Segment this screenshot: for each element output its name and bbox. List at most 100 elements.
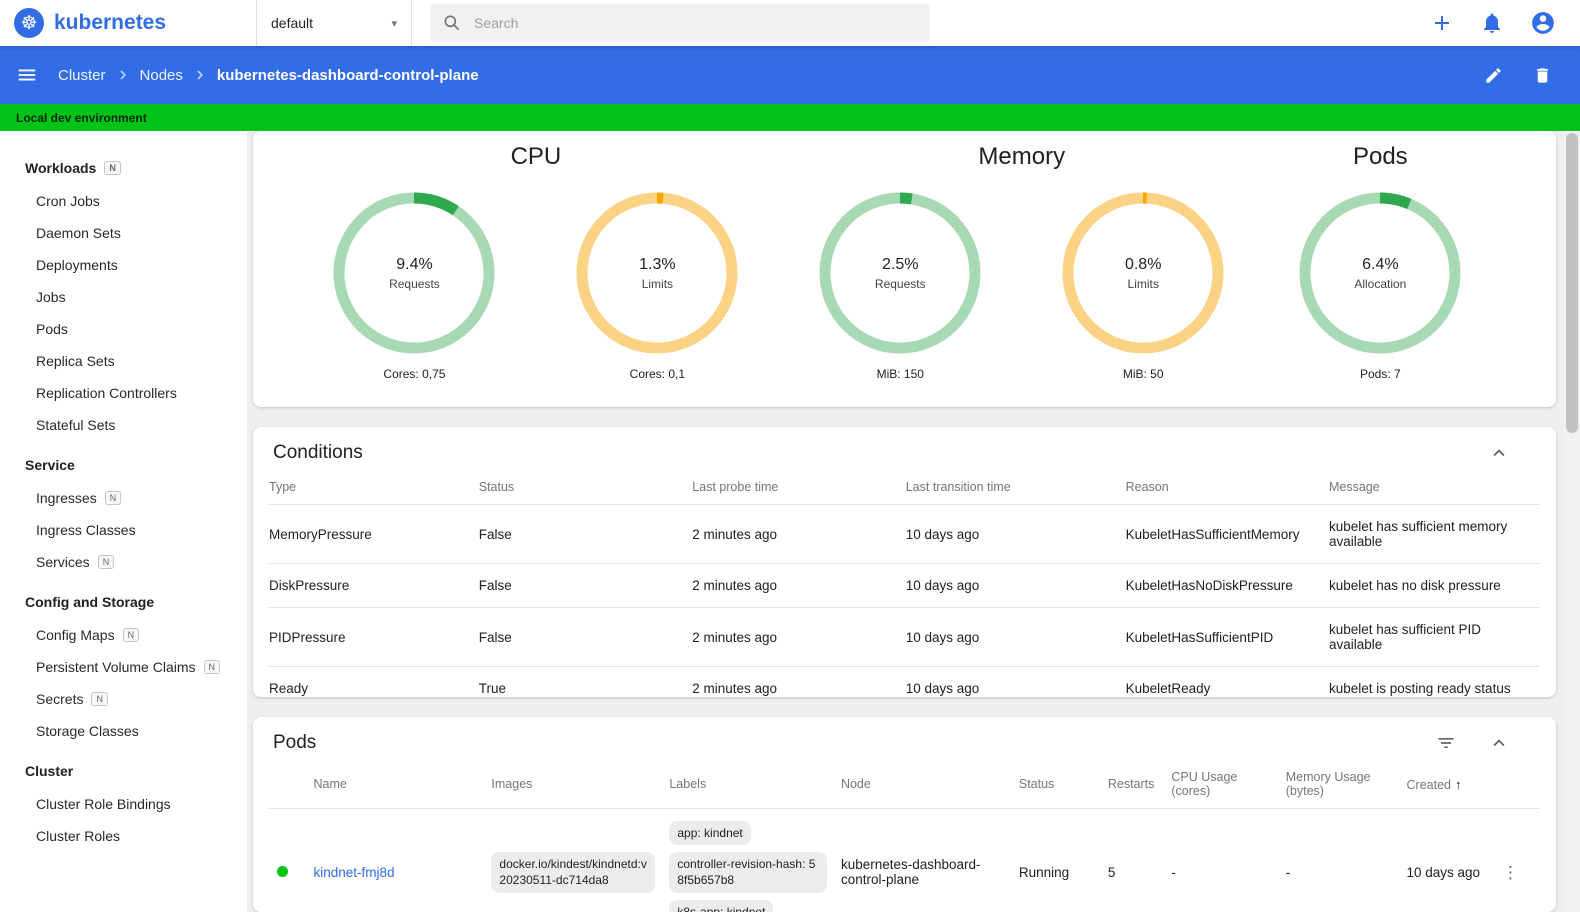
pods-table: Name Images Labels Node Status Restarts … — [269, 760, 1540, 912]
pod-name-link[interactable]: kindnet-fmj8d — [313, 865, 394, 880]
breadcrumb-item-cluster[interactable]: Cluster — [58, 67, 106, 84]
chart-group-title: Memory — [978, 143, 1066, 170]
sidebar-item-label: Stateful Sets — [36, 417, 116, 433]
helm-wheel-glyph: ☸ — [20, 12, 38, 34]
column-header: Reason — [1125, 480, 1169, 494]
delete-button[interactable] — [1533, 66, 1552, 85]
image-chip: docker.io/kindest/kindnetd:v20230511-dc7… — [491, 852, 656, 893]
column-header: Last probe time — [692, 480, 779, 494]
sidebar-item-label: Storage Classes — [36, 723, 139, 739]
sidebar-item-persistent-volume-claims[interactable]: Persistent Volume Claims N — [0, 651, 247, 683]
donut-value: 0.8% — [1124, 255, 1162, 273]
sidebar-group: Workloads N Cron Jobs Daemon Sets Deploy… — [0, 151, 247, 441]
menu-button[interactable] — [16, 64, 38, 86]
column-header-created[interactable]: Created ↑ — [1407, 760, 1502, 809]
account-button[interactable] — [1530, 10, 1556, 36]
pencil-icon — [1486, 67, 1501, 83]
column-header-node[interactable]: Node — [841, 760, 1019, 809]
donut-label: Requests — [389, 276, 440, 291]
sidebar-item-cron-jobs[interactable]: Cron Jobs — [0, 185, 247, 217]
search-input[interactable] — [474, 15, 918, 31]
sidebar-item-secrets[interactable]: Secrets N — [0, 683, 247, 715]
collapse-button[interactable] — [1488, 732, 1510, 754]
sidebar-item-services[interactable]: Services N — [0, 546, 247, 578]
sidebar-group-config-and-storage[interactable]: Config and Storage — [0, 585, 247, 619]
cell-reason: KubeletHasSufficientMemory — [1125, 526, 1300, 542]
cell-last-probe: 2 minutes ago — [692, 681, 778, 696]
scrollbar-thumb[interactable] — [1566, 133, 1578, 433]
donut-caption: Cores: 0,1 — [629, 367, 686, 381]
chevron-right-icon — [114, 66, 132, 84]
sidebar-item-ingress-classes[interactable]: Ingress Classes — [0, 514, 247, 546]
namespace-selector[interactable]: default ▾ — [256, 0, 412, 46]
sidebar-item-deployments[interactable]: Deployments — [0, 249, 247, 281]
bell-icon — [1484, 13, 1500, 33]
conditions-card: Conditions Type Status Last probe time L… — [253, 427, 1556, 697]
new-badge: N — [104, 160, 121, 176]
cell-created: 10 days ago — [1406, 864, 1481, 880]
sidebar-item-replica-sets[interactable]: Replica Sets — [0, 345, 247, 377]
sidebar-item-label: Secrets — [36, 691, 84, 707]
sidebar: Workloads N Cron Jobs Daemon Sets Deploy… — [0, 131, 247, 912]
search-box[interactable] — [430, 4, 930, 42]
namespace-value: default — [271, 15, 314, 31]
cell-reason: KubeletHasSufficientPID — [1125, 629, 1274, 645]
column-header-name[interactable]: Name — [313, 760, 491, 809]
sidebar-item-label: Daemon Sets — [36, 225, 121, 241]
kebab-icon: ⋮ — [1501, 862, 1519, 882]
column-header: Message — [1328, 480, 1380, 494]
sidebar-item-daemon-sets[interactable]: Daemon Sets — [0, 217, 247, 249]
conditions-table: Type Status Last probe time Last transit… — [269, 470, 1540, 697]
breadcrumb-current: kubernetes-dashboard-control-plane — [216, 66, 479, 84]
column-header-memory[interactable]: Memory Usage (bytes) — [1286, 760, 1407, 809]
donut-value: 2.5% — [882, 255, 919, 273]
table-row: kindnet-fmj8d docker.io/kindest/kindnetd… — [269, 809, 1540, 912]
caret-down-icon: ▾ — [391, 17, 397, 30]
label-chip: app: kindnet — [669, 821, 751, 846]
notifications-button[interactable] — [1480, 11, 1504, 35]
sidebar-item-pods[interactable]: Pods — [0, 313, 247, 345]
column-header-images[interactable]: Images — [491, 760, 669, 809]
row-menu-button[interactable]: ⋮ — [1502, 864, 1519, 881]
sidebar-item-label: Deployments — [36, 257, 118, 273]
create-button[interactable] — [1430, 11, 1454, 35]
collapse-button[interactable] — [1488, 442, 1510, 464]
sidebar-item-cluster-role-bindings[interactable]: Cluster Role Bindings — [0, 788, 247, 820]
table-row: Ready True 2 minutes ago 10 days ago Kub… — [269, 667, 1540, 698]
cell-reason: KubeletReady — [1125, 681, 1211, 696]
sidebar-item-stateful-sets[interactable]: Stateful Sets — [0, 409, 247, 441]
column-header: Type — [269, 480, 297, 494]
column-header-status[interactable]: Status — [1019, 760, 1108, 809]
pod-status-ok-dot — [277, 865, 288, 877]
sidebar-group-workloads[interactable]: Workloads N — [0, 151, 247, 185]
table-row: MemoryPressure False 2 minutes ago 10 da… — [269, 505, 1540, 564]
sidebar-item-cluster-roles[interactable]: Cluster Roles — [0, 820, 247, 852]
sidebar-item-jobs[interactable]: Jobs — [0, 281, 247, 313]
cell-last-transition: 10 days ago — [905, 526, 980, 542]
label-chip: k8s-app: kindnet — [669, 899, 774, 912]
filter-button[interactable] — [1436, 733, 1456, 753]
column-header-labels[interactable]: Labels — [669, 760, 841, 809]
sidebar-item-config-maps[interactable]: Config Maps N — [0, 619, 247, 651]
plus-icon — [1435, 16, 1449, 30]
edit-button[interactable] — [1484, 66, 1503, 85]
donut-label: Requests — [874, 276, 926, 291]
cell-restarts: 5 — [1107, 864, 1116, 880]
brand[interactable]: ☸ kubernetes — [0, 0, 256, 46]
cell-status: False — [478, 629, 512, 645]
donut-caption: MiB: 50 — [1122, 367, 1164, 381]
cell-cpu-usage: - — [1171, 864, 1176, 880]
breadcrumb-item-nodes[interactable]: Nodes — [140, 67, 183, 84]
cpu-requests-donut: 9.4% Requests Cores: 0,75 — [332, 191, 496, 381]
pods-allocation-donut: 6.4% Allocation Pods: 7 — [1298, 191, 1462, 381]
sidebar-item-storage-classes[interactable]: Storage Classes — [0, 715, 247, 747]
sidebar-item-replication-controllers[interactable]: Replication Controllers — [0, 377, 247, 409]
sidebar-item-ingresses[interactable]: Ingresses N — [0, 482, 247, 514]
column-header-restarts[interactable]: Restarts — [1108, 760, 1172, 809]
chevron-right-icon — [191, 66, 209, 84]
sidebar-group: Cluster Cluster Role Bindings Cluster Ro… — [0, 754, 247, 852]
sidebar-group-service[interactable]: Service — [0, 448, 247, 482]
sidebar-group-cluster[interactable]: Cluster — [0, 754, 247, 788]
column-header-cpu[interactable]: CPU Usage (cores) — [1171, 760, 1285, 809]
scrollbar[interactable] — [1564, 131, 1580, 912]
